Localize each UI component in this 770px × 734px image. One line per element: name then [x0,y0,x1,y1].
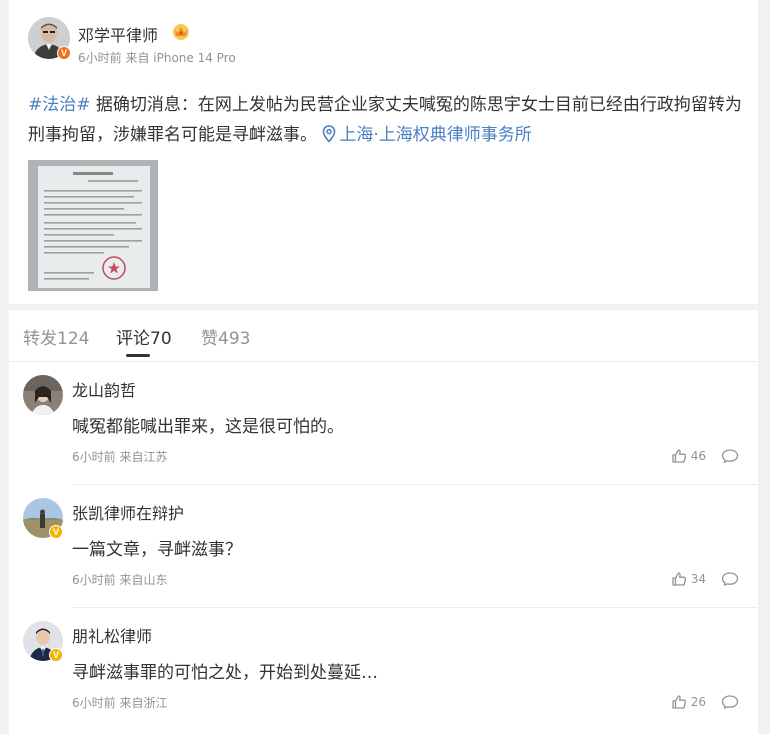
like-button[interactable]: 34 [671,571,706,587]
comment-meta: 6小时前 来自浙江 [72,696,168,710]
comment-list: 龙山韵哲 喊冤都能喊出罪来，这是很可怕的。 6小时前 来自江苏 46 V 张凯律… [9,362,758,734]
tab-reposts-count: 124 [57,329,90,349]
post-meta: 6小时前 来自 iPhone 14 Pro [78,51,236,65]
thumbs-up-icon [672,449,686,463]
comment-text: 寻衅滋事罪的可怕之处，开始到处蔓延… [72,663,378,683]
comment-meta: 6小时前 来自江苏 [72,450,168,464]
commenter-name[interactable]: 龙山韵哲 [72,377,136,401]
list-item: V 朋礼松律师 寻衅滋事罪的可怕之处，开始到处蔓延… 6小时前 来自浙江 26 [9,608,758,731]
like-count: 26 [690,695,706,709]
tab-reposts-label: 转发 [23,329,57,349]
tab-likes-count: 493 [218,329,251,349]
tab-likes[interactable]: 赞493 [201,324,250,349]
verified-badge-icon: V [49,525,63,539]
verified-badge-icon: V [57,46,71,60]
verified-badge-icon: V [49,648,63,662]
location-link[interactable]: 上海·上海权典律师事务所 [322,125,532,145]
location-label: 上海·上海权典律师事务所 [339,125,532,145]
hashtag-link[interactable]: #法治# [28,95,91,115]
tab-reposts[interactable]: 转发124 [23,324,89,349]
tab-comments[interactable]: 评论70 [116,324,172,349]
reply-icon[interactable] [721,571,739,587]
like-button[interactable]: 46 [671,448,706,464]
commenter-name[interactable]: 朋礼松律师 [72,623,152,647]
list-item: 龙山韵哲 喊冤都能喊出罪来，这是很可怕的。 6小时前 来自江苏 46 [9,362,758,485]
comment-meta: 6小时前 来自山东 [72,573,168,587]
like-count: 34 [690,572,706,586]
location-pin-icon [323,125,336,143]
reply-icon[interactable] [721,448,739,464]
interaction-tabs: 转发124 评论70 赞493 [9,310,758,362]
comment-text: 喊冤都能喊出罪来，这是很可怕的。 [72,417,344,437]
like-count: 46 [690,449,706,463]
document-image[interactable] [28,160,158,291]
tab-likes-label: 赞 [201,329,218,349]
commenter-name[interactable]: 张凯律师在辩护 [72,500,184,524]
post-text: #法治# 据确切消息：在网上发帖为民营企业家丈夫喊冤的陈思宇女士目前已经由行政拘… [28,90,752,150]
author-name[interactable]: 邓学平律师 [78,22,158,46]
commenter-avatar[interactable] [23,375,63,415]
crown-icon [173,24,189,40]
tab-comments-label: 评论 [116,329,150,349]
thumbs-up-icon [672,695,686,709]
thumbs-up-icon [672,572,686,586]
active-tab-indicator [126,354,150,357]
reply-icon[interactable] [721,694,739,710]
list-item: V 张凯律师在辩护 一篇文章，寻衅滋事？ 6小时前 来自山东 34 [9,485,758,608]
tab-comments-count: 70 [150,329,172,349]
comment-text: 一篇文章，寻衅滋事？ [72,540,242,560]
weibo-post: V 邓学平律师 6小时前 来自 iPhone 14 Pro #法治# 据确切消息… [9,0,758,304]
like-button[interactable]: 26 [671,694,706,710]
